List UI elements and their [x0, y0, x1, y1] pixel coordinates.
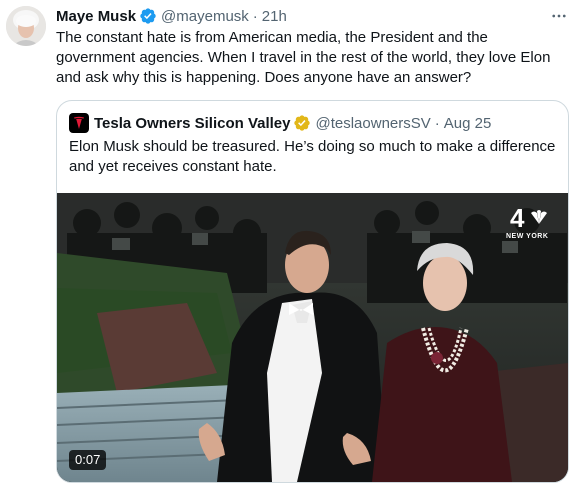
tweet-timestamp[interactable]: 21h	[262, 8, 287, 25]
more-horizontal-icon[interactable]	[549, 6, 569, 26]
verified-badge-icon	[293, 114, 311, 132]
quoted-header: Tesla Owners Silicon Valley @teslaowners…	[69, 113, 491, 133]
quoted-timestamp[interactable]: Aug 25	[444, 115, 492, 132]
tweet-text: The constant hate is from American media…	[56, 29, 551, 86]
peacock-icon	[531, 210, 547, 224]
verified-badge-icon	[139, 7, 157, 25]
quoted-author-name[interactable]: Tesla Owners Silicon Valley	[94, 115, 290, 132]
video-duration: 0:07	[69, 450, 107, 470]
quoted-video[interactable]: 4 NEW YORK 0:07	[57, 193, 568, 482]
header-separator: ·	[252, 7, 258, 25]
quoted-text: Elon Musk should be treasured. He’s doin…	[69, 138, 556, 175]
author-name[interactable]: Maye Musk	[56, 8, 136, 25]
nbc-watermark: 4 NEW YORK	[506, 203, 554, 247]
quoted-separator: ·	[434, 114, 440, 132]
author-handle[interactable]: @mayemusk	[161, 8, 249, 25]
quoted-author-handle[interactable]: @teslaownersSV	[315, 115, 430, 132]
quoted-tweet[interactable]: Tesla Owners Silicon Valley @teslaowners…	[56, 100, 569, 483]
tweet-card: Maye Musk @mayemusk · 21h The constant h…	[0, 0, 581, 489]
tweet-header: Maye Musk @mayemusk · 21h	[56, 6, 287, 26]
author-avatar[interactable]	[6, 6, 46, 46]
watermark-text: NEW YORK	[506, 233, 549, 240]
tesla-logo-icon	[69, 113, 89, 133]
watermark-number: 4	[510, 203, 525, 233]
